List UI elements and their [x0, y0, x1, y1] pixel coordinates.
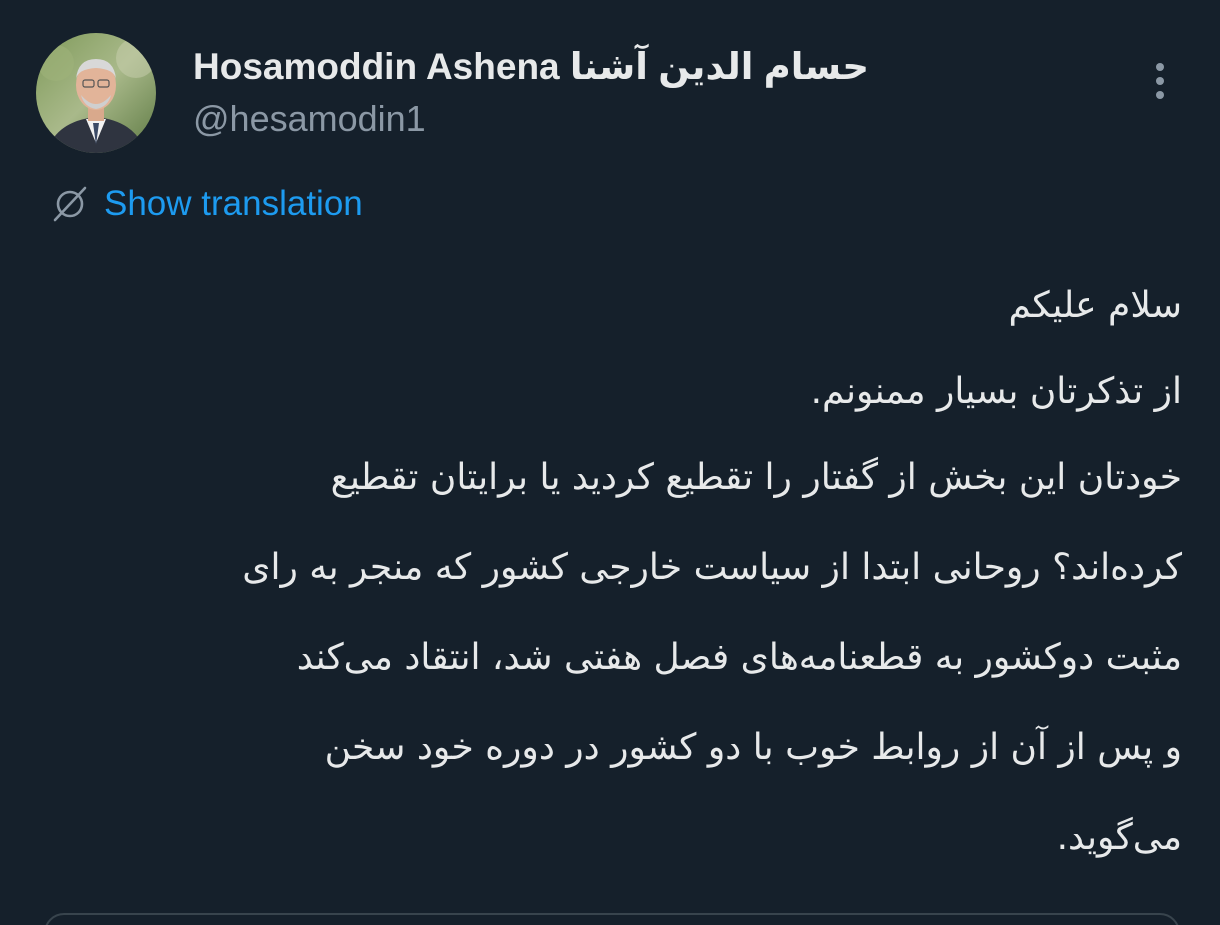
more-vertical-icon — [1156, 63, 1164, 99]
more-options-button[interactable] — [1140, 58, 1180, 104]
quoted-card-edge[interactable] — [44, 913, 1180, 925]
translate-globe-icon — [50, 184, 90, 224]
tweet-line: و پس از آن از روابط خوب با دو کشور در دو… — [324, 727, 1182, 768]
tweet-line: سلام علیکم — [1008, 285, 1182, 326]
tweet-line: خودتان این بخش از گفتار را تقطیع کردید ی… — [330, 457, 1182, 498]
show-translation-button[interactable]: Show translation — [50, 180, 363, 228]
tweet-line: مثبت دوکشور به قطعنامه‌های فصل هفتی شد، … — [296, 637, 1182, 678]
display-name[interactable]: Hosamoddin Ashena حسام الدین آشنا — [193, 42, 869, 92]
tweet-text: سلام علیکم از تذکرتان بسیار ممنونم. خودت… — [22, 270, 1182, 892]
tweet-line: کرده‌اند؟ روحانی ابتدا از سیاست خارجی کش… — [242, 547, 1182, 588]
show-translation-label: Show translation — [104, 184, 363, 223]
avatar[interactable] — [36, 33, 156, 153]
profile-photo-icon — [36, 33, 156, 153]
tweet-view: Hosamoddin Ashena حسام الدین آشنا @hesam… — [0, 0, 1220, 925]
tweet-line: از تذکرتان بسیار ممنونم. — [810, 371, 1182, 412]
tweet-line: می‌گوید. — [1056, 817, 1182, 858]
user-handle[interactable]: @hesamodin1 — [193, 95, 426, 143]
